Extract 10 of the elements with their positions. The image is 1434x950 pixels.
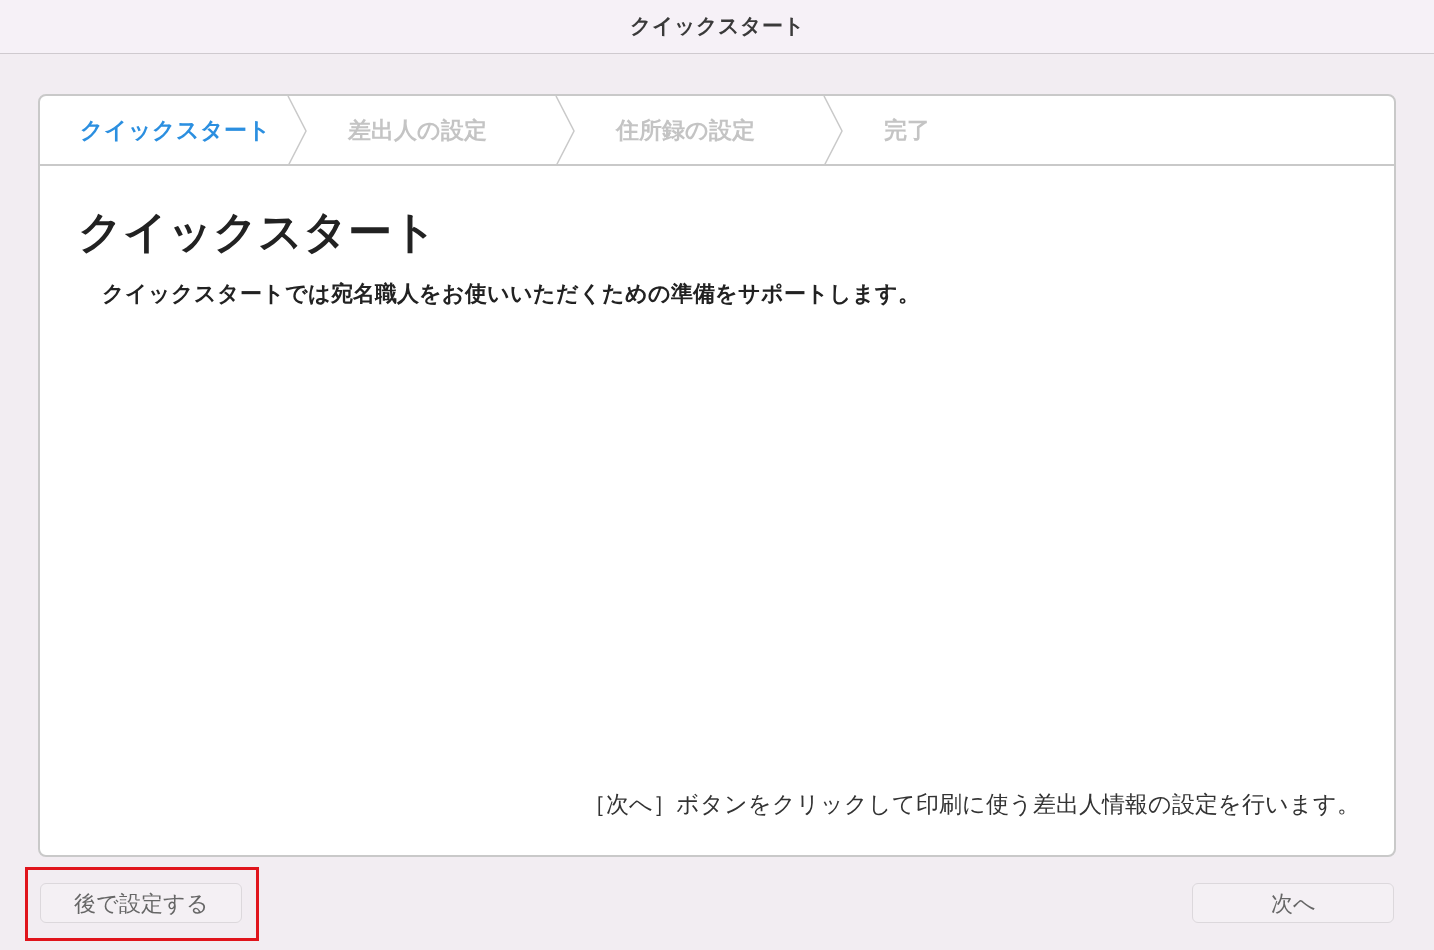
wizard-step: 差出人の設定 bbox=[308, 112, 487, 148]
wizard-step: 完了 bbox=[844, 112, 930, 148]
description-text: クイックスタートでは宛名職人をお使いいただくための準備をサポートします。 bbox=[102, 280, 921, 308]
wizard-step: クイックスタート bbox=[40, 112, 271, 148]
page-heading: クイックスタート bbox=[78, 205, 438, 259]
window-title: クイックスタート bbox=[629, 12, 805, 40]
set-later-button[interactable]: 後で設定する bbox=[40, 883, 242, 923]
next-button[interactable]: 次へ bbox=[1192, 883, 1394, 923]
wizard-step: 住所録の設定 bbox=[576, 112, 755, 148]
hint-text: ［次へ］ボタンをクリックして印刷に使う差出人情報の設定を行います。 bbox=[583, 789, 1360, 819]
